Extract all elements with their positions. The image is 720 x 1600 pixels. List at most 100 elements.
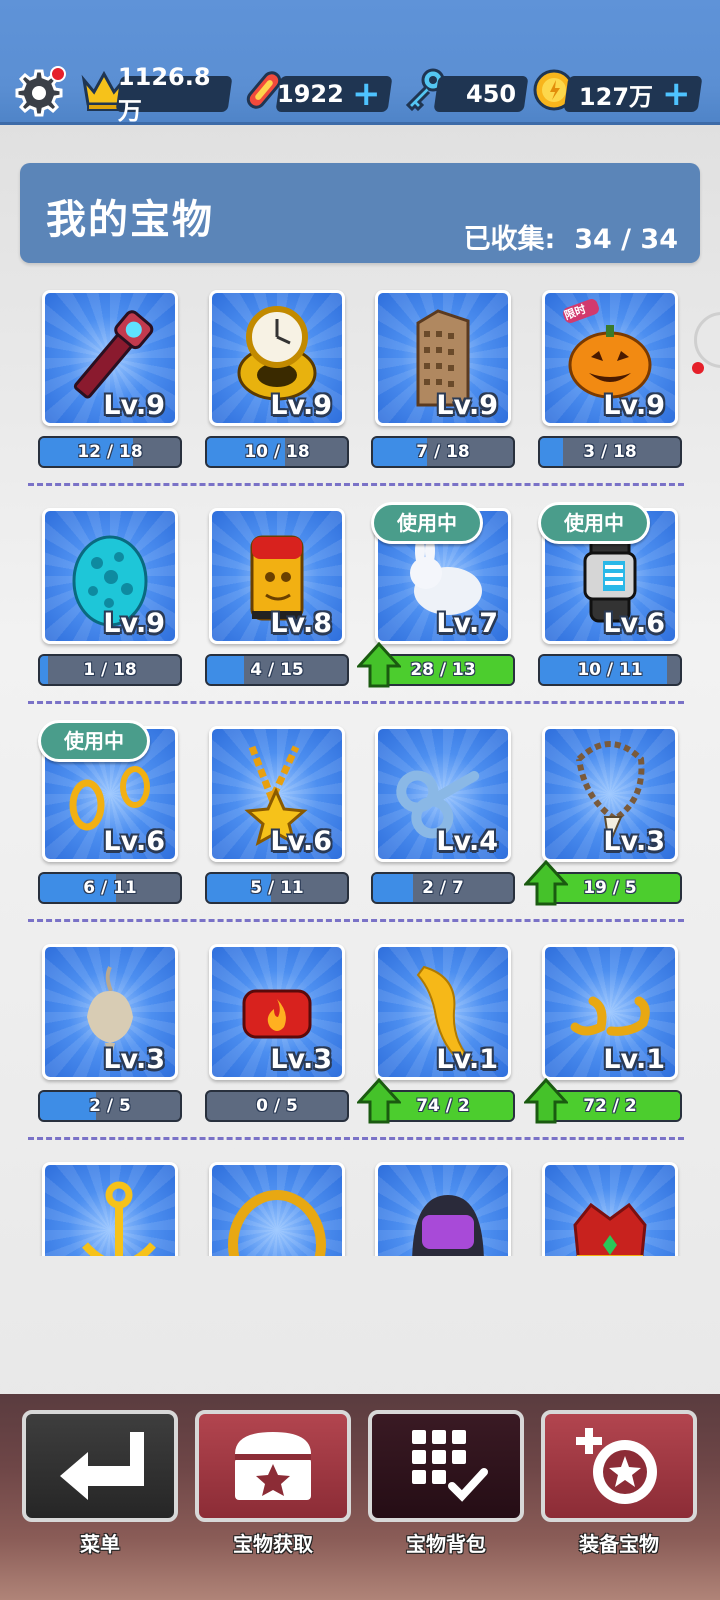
treasure-card-star-necklace[interactable]: Lv.6 5 / 11: [205, 726, 349, 926]
level-label: Lv.3: [270, 1044, 332, 1075]
progress-bar: 10 / 18: [205, 436, 349, 468]
treasure-card-helmet[interactable]: [375, 1162, 515, 1256]
treasure-card-anchor[interactable]: [42, 1162, 182, 1256]
add-hoverboard-button[interactable]: +: [352, 74, 381, 114]
back-arrow-icon: [60, 1432, 144, 1500]
upgrade-arrow-icon[interactable]: [524, 1078, 568, 1124]
level-label: Lv.3: [603, 826, 665, 857]
level-label: Lv.9: [103, 608, 165, 639]
progress-bar: 2 / 7: [371, 872, 515, 904]
in-use-badge: 使用中: [371, 502, 483, 544]
treasure-card-pumpkin[interactable]: Lv.9 3 / 18 限时: [538, 290, 682, 490]
in-use-badge: 使用中: [38, 720, 150, 762]
treasure-get-label: 宝物获取: [233, 1532, 313, 1556]
treasure-tile[interactable]: Lv.3: [542, 726, 678, 862]
crown-icon: [573, 1202, 647, 1256]
treasure-header: 我的宝物 已收集: 34 / 34: [20, 163, 700, 263]
notification-dot: [50, 66, 66, 82]
bottom-nav: 菜单 宝物获取 宝物背包 装备宝物: [0, 1394, 720, 1600]
progress-text: 7 / 18: [416, 442, 470, 462]
treasure-tile[interactable]: Lv.3: [209, 944, 345, 1080]
treasure-card-garlic-pendant[interactable]: Lv.3 2 / 5: [38, 944, 182, 1144]
level-label: Lv.9: [436, 390, 498, 421]
treasure-tile[interactable]: [209, 1162, 345, 1256]
menu-button[interactable]: [22, 1410, 178, 1522]
progress-text: 6 / 11: [83, 878, 137, 898]
treasure-tile[interactable]: Lv.3: [42, 944, 178, 1080]
treasure-card-golden-idol-cup[interactable]: Lv.8 4 / 15: [205, 508, 349, 708]
level-label: Lv.1: [603, 1044, 665, 1075]
row-divider: [28, 701, 684, 704]
progress-bar: 3 / 18: [538, 436, 682, 468]
level-label: Lv.1: [436, 1044, 498, 1075]
level-label: Lv.7: [436, 608, 498, 639]
treasure-card-tooth-necklace[interactable]: Lv.3 19 / 5: [524, 726, 682, 926]
treasure-card-fire-ring[interactable]: Lv.3 0 / 5: [205, 944, 349, 1144]
progress-bar: 12 / 18: [38, 436, 182, 468]
progress-text: 12 / 18: [77, 442, 143, 462]
crown-score: 1126.8万: [115, 63, 233, 125]
progress-bar: 7 / 18: [371, 436, 515, 468]
progress-text: 4 / 15: [250, 660, 304, 680]
treasure-bag-label: 宝物背包: [406, 1532, 486, 1556]
treasure-tile[interactable]: [375, 1162, 511, 1256]
row-divider: [28, 1137, 684, 1140]
level-label: Lv.9: [270, 390, 332, 421]
progress-text: 3 / 18: [583, 442, 637, 462]
upgrade-arrow-icon[interactable]: [357, 1078, 401, 1124]
currency-bar: 1126.8万 1922 + 450 127万 +: [0, 0, 720, 125]
equip-treasure-button[interactable]: [541, 1410, 697, 1522]
treasure-card-smart-watch[interactable]: Lv.6 10 / 11 使用中: [538, 502, 682, 708]
treasure-tile[interactable]: Lv.9: [42, 290, 178, 426]
treasure-tile[interactable]: Lv.9: [42, 508, 178, 644]
level-label: Lv.3: [103, 1044, 165, 1075]
gold-ring-icon: [228, 1190, 326, 1256]
level-label: Lv.4: [436, 826, 498, 857]
treasure-tile[interactable]: Lv.4: [375, 726, 511, 862]
settings-button[interactable]: [14, 66, 66, 118]
treasure-card-cyan-egg[interactable]: Lv.9 1 / 18: [38, 508, 182, 708]
page-title: 我的宝物: [46, 197, 214, 243]
row-divider: [28, 919, 684, 922]
progress-text: 1 / 18: [83, 660, 137, 680]
treasure-tile[interactable]: Lv.6: [209, 726, 345, 862]
treasure-tile[interactable]: [42, 1162, 178, 1256]
treasure-chest-icon: [235, 1432, 311, 1500]
treasure-tile[interactable]: Lv.1: [375, 944, 511, 1080]
treasure-tile[interactable]: Lv.9: [209, 290, 345, 426]
treasure-card-golden-horns[interactable]: Lv.1 72 / 2: [524, 944, 682, 1144]
treasure-card-golden-feather[interactable]: Lv.1 74 / 2: [357, 944, 515, 1144]
row-divider: [28, 483, 684, 486]
treasure-tile[interactable]: Lv.1: [542, 944, 678, 1080]
treasure-get-button[interactable]: [195, 1410, 351, 1522]
upgrade-arrow-icon[interactable]: [524, 860, 568, 906]
treasure-card-crown[interactable]: [542, 1162, 682, 1256]
upgrade-arrow-icon[interactable]: [357, 642, 401, 688]
treasure-card-white-rabbit[interactable]: Lv.7 28 / 13 使用中: [357, 502, 515, 708]
progress-bar: 10 / 11: [538, 654, 682, 686]
in-use-badge: 使用中: [538, 502, 650, 544]
treasure-tile[interactable]: Lv.8: [209, 508, 345, 644]
treasure-card-magic-wand[interactable]: Lv.9 12 / 18: [38, 290, 182, 490]
treasure-card-skyscraper[interactable]: Lv.9 7 / 18: [371, 290, 515, 490]
treasure-card-wind-up-key[interactable]: Lv.4 2 / 7: [371, 726, 515, 926]
hoverboard-count: 1922 +: [275, 74, 393, 114]
treasure-tile[interactable]: [542, 1162, 678, 1256]
progress-text: 2 / 5: [89, 1096, 131, 1116]
add-coins-button[interactable]: +: [662, 74, 691, 114]
progress-bar: 6 / 11: [38, 872, 182, 904]
progress-bar: 5 / 11: [205, 872, 349, 904]
level-label: Lv.8: [270, 608, 332, 639]
treasure-card-gold-ring[interactable]: [209, 1162, 349, 1256]
treasure-card-clock-ring[interactable]: Lv.9 10 / 18: [205, 290, 349, 490]
treasure-tile[interactable]: Lv.9: [375, 290, 511, 426]
progress-bar: 2 / 5: [38, 1090, 182, 1122]
treasure-card-gold-earrings[interactable]: Lv.6 6 / 11 使用中: [38, 720, 182, 926]
coin-count: 127万 +: [563, 74, 703, 114]
level-label: Lv.6: [603, 608, 665, 639]
helmet-icon: [412, 1195, 484, 1256]
progress-text: 10 / 11: [577, 660, 643, 680]
progress-bar: 4 / 15: [205, 654, 349, 686]
treasure-bag-button[interactable]: [368, 1410, 524, 1522]
progress-bar: 1 / 18: [38, 654, 182, 686]
